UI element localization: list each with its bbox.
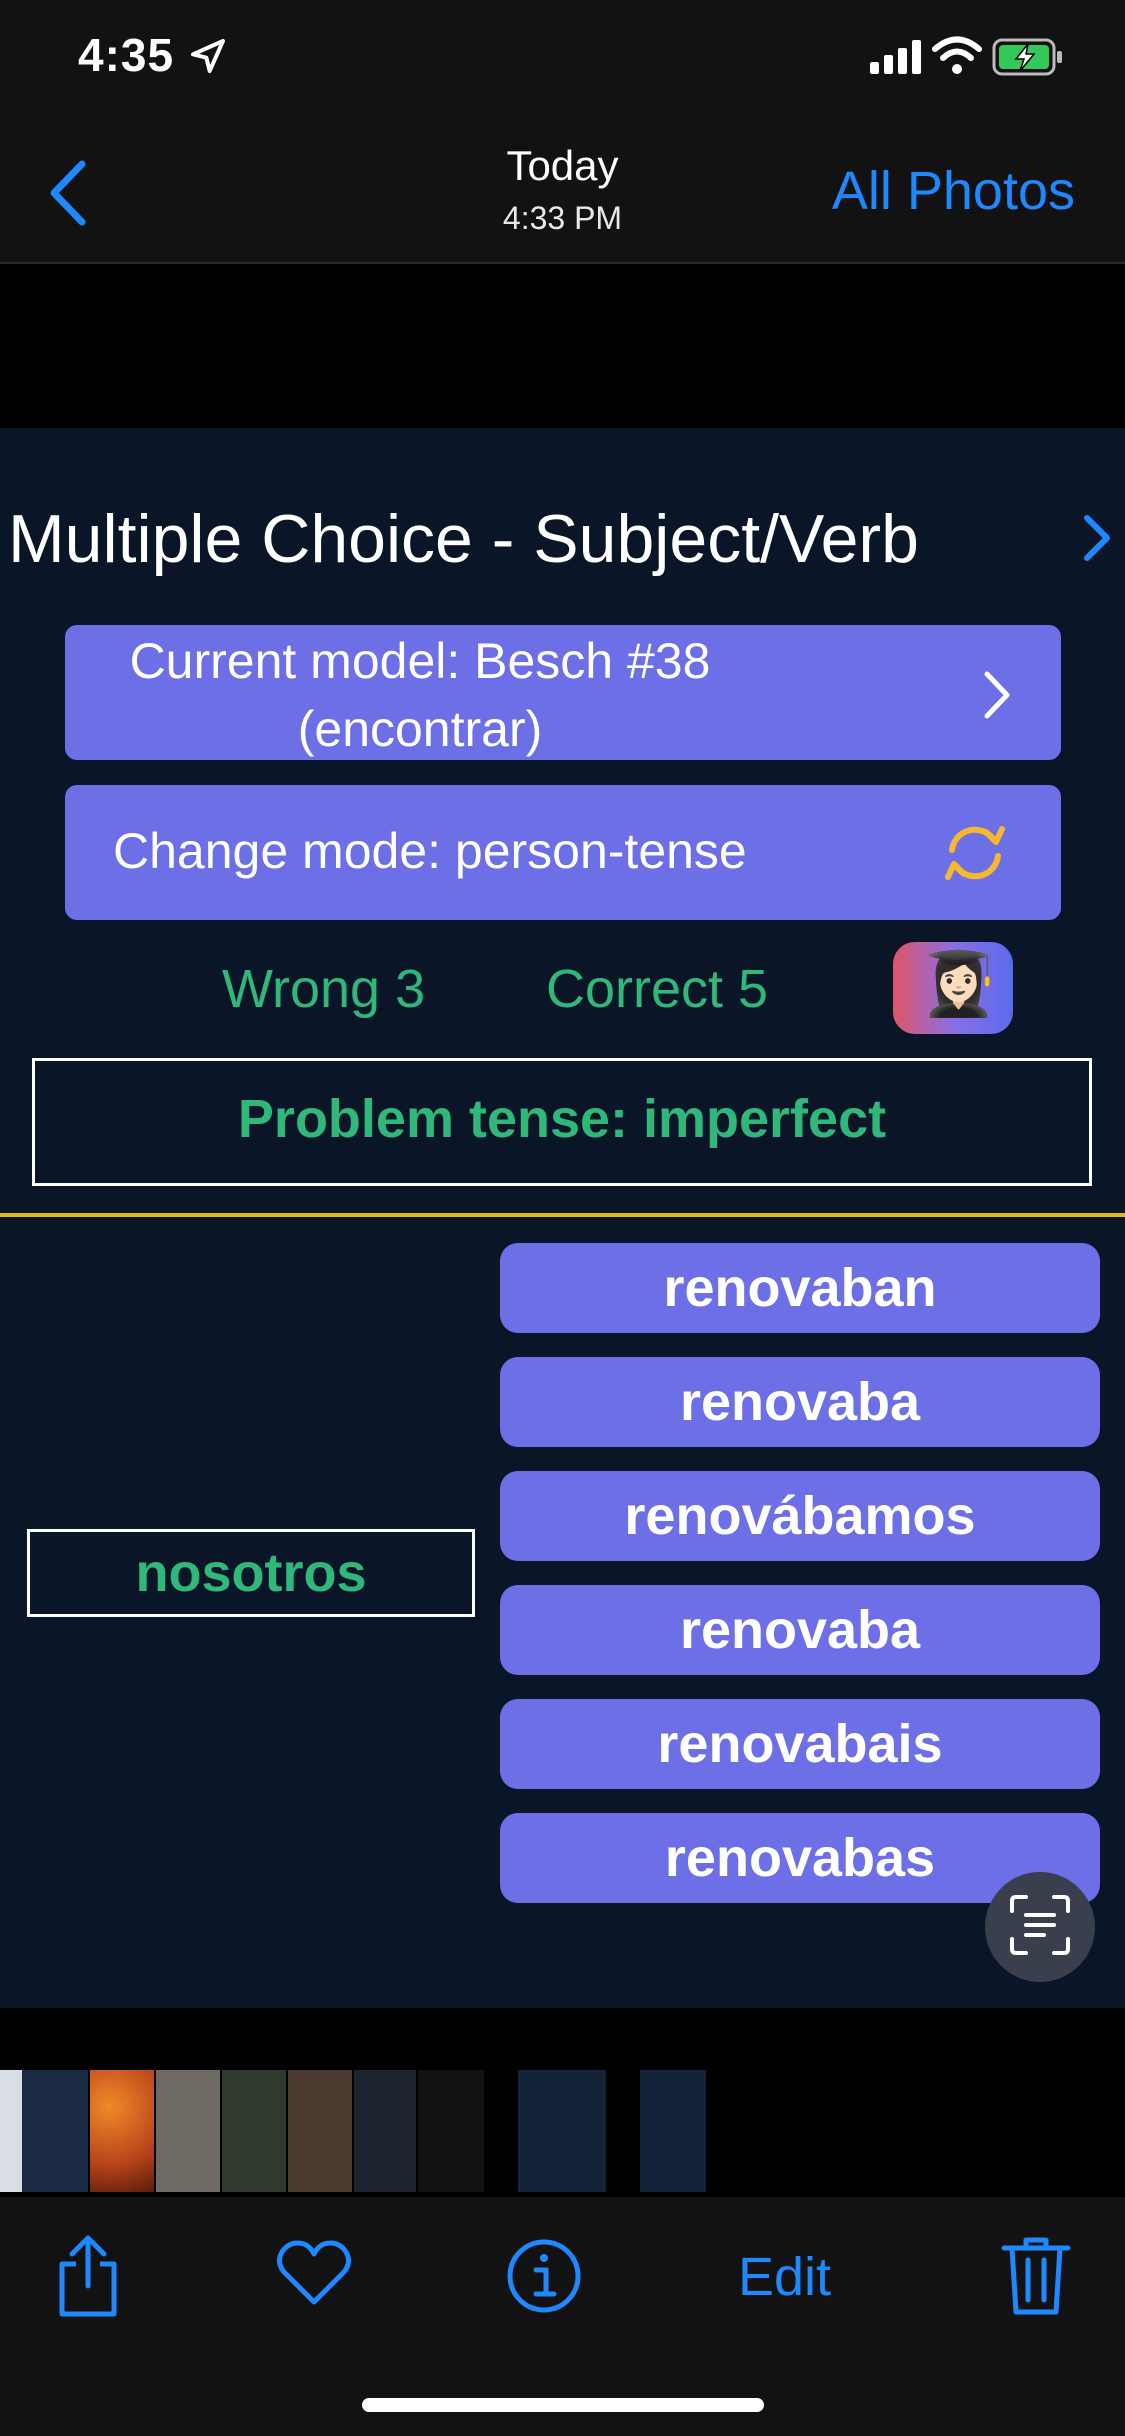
option-button: renovaban (500, 1243, 1100, 1333)
battery-charging-icon (992, 38, 1062, 76)
heart-icon[interactable] (276, 2238, 352, 2308)
app-title: Multiple Choice - Subject/Verb (8, 501, 919, 577)
model-label-line2: (encontrar) (297, 701, 543, 757)
live-text-scan-icon (1010, 1895, 1070, 1955)
correct-count: Correct 5 (546, 959, 769, 1019)
location-arrow-icon (191, 39, 225, 73)
wrong-count: Wrong 3 (222, 959, 426, 1019)
option-button: renovábamos (500, 1471, 1100, 1561)
cellular-icon (870, 40, 921, 74)
option-button: renovaba (500, 1585, 1100, 1675)
edit-button[interactable]: Edit (738, 2246, 831, 2308)
chevron-right-icon (984, 671, 1010, 719)
trash-icon[interactable] (1000, 2234, 1072, 2318)
thumbnail[interactable] (222, 2070, 286, 2192)
status-time: 4:35 (78, 29, 175, 81)
wifi-icon (932, 36, 982, 74)
thumbnail[interactable] (418, 2070, 484, 2192)
mode-label: Change mode: person-tense (113, 823, 747, 879)
info-icon[interactable] (506, 2238, 582, 2314)
thumbnail[interactable] (0, 2070, 22, 2192)
all-photos-button[interactable]: All Photos (832, 160, 1075, 222)
thumbnail[interactable] (22, 2070, 88, 2192)
divider (0, 1213, 1125, 1217)
option-button: renovaba (500, 1357, 1100, 1447)
refresh-icon (945, 826, 1005, 880)
student-icon: 👩🏻‍🎓 (920, 950, 998, 1019)
subject-label: nosotros (135, 1543, 367, 1603)
model-label-line1: Current model: Besch #38 (129, 633, 711, 689)
thumbnail[interactable] (354, 2070, 416, 2192)
thumbnail[interactable] (156, 2070, 220, 2192)
divider (0, 262, 1125, 264)
chevron-right-icon (1084, 515, 1110, 561)
option-button: renovabais (500, 1699, 1100, 1789)
thumbnail[interactable] (640, 2070, 706, 2192)
thumbnail[interactable] (90, 2070, 154, 2192)
problem-tense-label: Problem tense: imperfect (237, 1089, 887, 1149)
thumbnail[interactable] (518, 2070, 606, 2192)
share-icon[interactable] (52, 2234, 124, 2320)
home-indicator (362, 2398, 764, 2412)
thumbnail[interactable] (288, 2070, 352, 2192)
